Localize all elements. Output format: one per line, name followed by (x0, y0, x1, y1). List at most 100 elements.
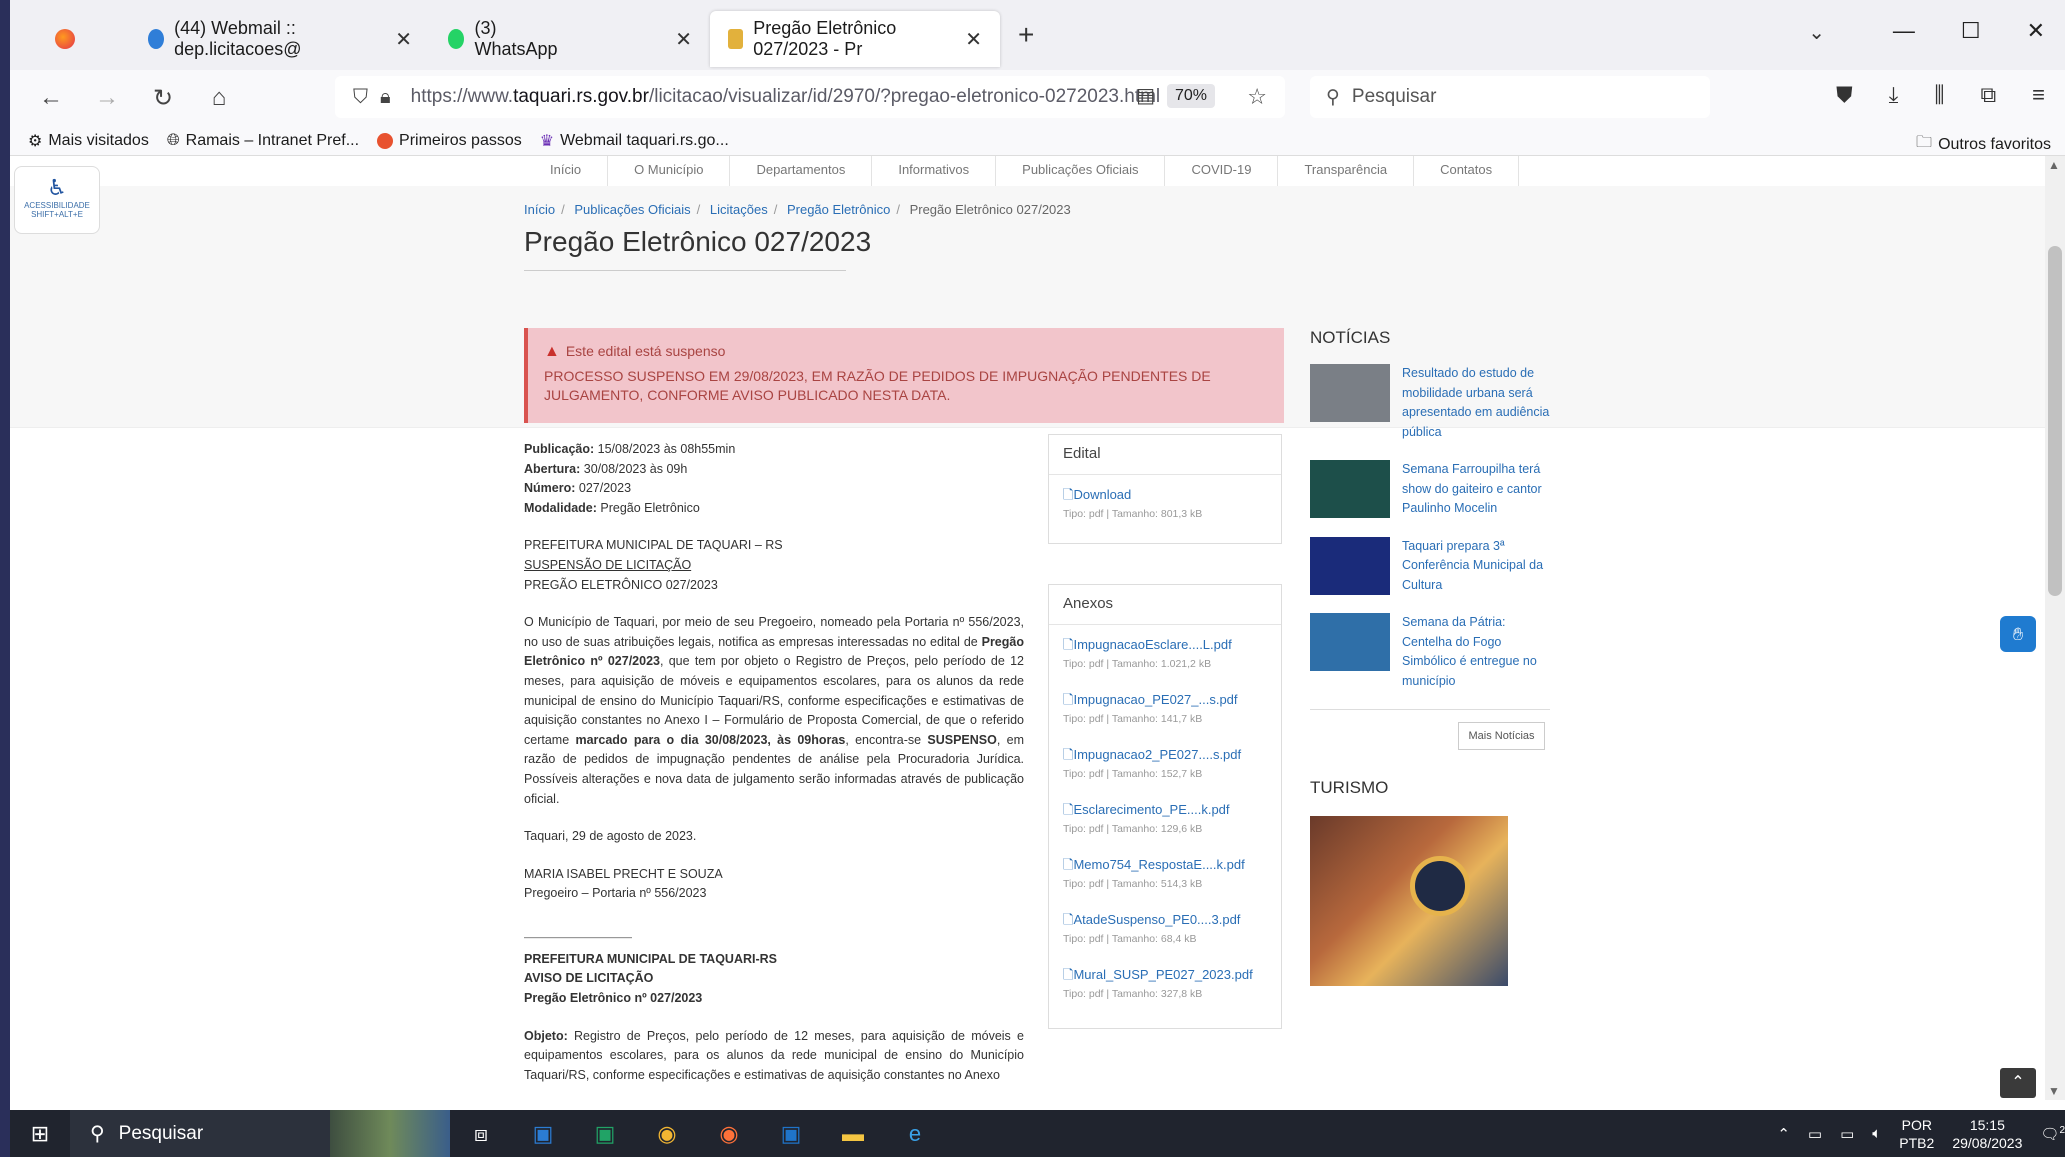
attachment-link[interactable]: 🗋Esclarecimento_PE....k.pdf (1063, 800, 1267, 820)
accessibility-button[interactable]: ♿︎ ACESSIBILIDADE SHIFT+ALT+E (14, 166, 100, 234)
breadcrumb-link[interactable]: Publicações Oficiais (574, 202, 690, 217)
news-headline[interactable]: Semana da Pátria: Centelha do Fogo Simbó… (1402, 613, 1550, 691)
library-icon[interactable]: ⫼ (1934, 82, 1944, 108)
news-thumbnail[interactable] (1310, 460, 1390, 518)
new-tab-button[interactable]: + (1018, 19, 1034, 51)
internet-explorer-icon[interactable]: e (884, 1121, 946, 1147)
turismo-title: TURISMO (1310, 778, 1389, 797)
network-icon[interactable]: ▭ (1808, 1125, 1822, 1143)
excel-icon[interactable]: ▣ (574, 1121, 636, 1147)
news-item[interactable]: Resultado do estudo de mobilidade urbana… (1310, 364, 1550, 442)
scroll-down-arrow[interactable]: ▼ (2048, 1084, 2060, 1098)
scrollbar-thumb[interactable] (2048, 246, 2062, 596)
chrome-icon[interactable]: ◉ (636, 1121, 698, 1147)
news-thumbnail[interactable] (1310, 536, 1390, 595)
scroll-up-arrow[interactable]: ▲ (2048, 158, 2060, 172)
download-icon[interactable]: ⤓ (1889, 82, 1899, 108)
menu-item[interactable]: Publicações Oficiais (996, 156, 1166, 186)
volume-icon[interactable]: 🔈︎ (1872, 1125, 1881, 1142)
more-news-button[interactable]: Mais Notícias (1458, 722, 1545, 750)
forward-button[interactable]: → (92, 84, 122, 112)
bookmark-outros[interactable]: 🗀 Outros favoritos (1916, 131, 2051, 158)
file-meta: Tipo: pdf | Tamanho: 801,3 kB (1063, 508, 1203, 520)
file-explorer-icon[interactable]: ▬ (822, 1121, 884, 1147)
bookmark-webmail[interactable]: ♛ Webmail taquari.rs.go... (540, 131, 729, 151)
bookmark-ramais[interactable]: 🌐︎ Ramais – Intranet Pref... (167, 132, 359, 150)
news-headline[interactable]: Semana Farroupilha terá show do gaiteiro… (1402, 460, 1550, 519)
extensions-icon[interactable]: ⧉ (1980, 82, 1996, 108)
window-controls: — ☐ ✕ (1893, 18, 2045, 44)
edital-panel-title: Edital (1049, 435, 1281, 475)
taskbar-search[interactable]: ⚲ Pesquisar (70, 1110, 330, 1157)
clock[interactable]: 15:15 29/08/2023 (1952, 1116, 2022, 1152)
news-headline[interactable]: Taquari prepara 3ª Conferência Municipal… (1402, 537, 1550, 596)
close-icon[interactable]: ✕ (675, 27, 692, 52)
tab-webmail[interactable]: (44) Webmail :: dep.licitacoes@ ✕ (130, 11, 430, 67)
close-window-button[interactable]: ✕ (2027, 18, 2045, 44)
menu-item[interactable]: Departamentos (730, 156, 873, 186)
search-input[interactable]: ⚲ Pesquisar (1310, 76, 1710, 118)
display-icon[interactable]: ▭ (1840, 1125, 1854, 1143)
download-link[interactable]: 🗋Download (1063, 485, 1267, 505)
news-thumbnail[interactable] (1310, 613, 1390, 671)
firefox-icon (377, 132, 394, 149)
pdf-icon: 🗋 (1063, 692, 1074, 707)
breadcrumb-link[interactable]: Início (524, 202, 555, 217)
task-view-icon[interactable]: ⧈ (450, 1121, 512, 1147)
menu-item[interactable]: COVID-19 (1165, 156, 1279, 186)
attachment-link[interactable]: 🗋Memo754_RespostaE....k.pdf (1063, 855, 1267, 875)
globe-icon: 🌐︎ (166, 131, 180, 149)
attachment-link[interactable]: 🗋Impugnacao2_PE027....s.pdf (1063, 745, 1267, 765)
bookmark-primeiros-passos[interactable]: Primeiros passos (377, 132, 522, 150)
minimize-button[interactable]: — (1893, 18, 1915, 44)
pdf-icon: 🗋 (1063, 802, 1074, 817)
maximize-button[interactable]: ☐ (1961, 18, 1981, 44)
attachment-link[interactable]: 🗋Impugnacao_PE027_...s.pdf (1063, 690, 1267, 710)
tab-pregao[interactable]: Pregão Eletrônico 027/2023 - Pr ✕ (710, 11, 1000, 67)
news-thumbnail[interactable] (1310, 364, 1390, 422)
firefox-icon[interactable]: ◉ (698, 1121, 760, 1147)
home-button[interactable]: ⌂ (204, 84, 234, 112)
outlook-icon[interactable]: ▣ (760, 1121, 822, 1147)
pocket-icon[interactable]: ⛊ (1836, 82, 1853, 108)
breadcrumb-link[interactable]: Pregão Eletrônico (787, 202, 890, 217)
word-icon[interactable]: ▣ (512, 1121, 574, 1147)
toolbar-right: ⛊ ⤓ ⫼ ⧉ ≡ (1836, 82, 2045, 108)
close-icon[interactable]: ✕ (965, 27, 982, 52)
star-icon[interactable]: ☆ (1247, 84, 1267, 110)
menu-item[interactable]: O Município (608, 156, 731, 186)
menu-icon[interactable]: ≡ (2032, 82, 2045, 108)
menu-item[interactable]: Contatos (1414, 156, 1520, 186)
menu-item[interactable]: Início (524, 156, 609, 186)
back-button[interactable]: ← (36, 84, 66, 112)
news-item[interactable]: Semana da Pátria: Centelha do Fogo Simbó… (1310, 613, 1550, 691)
tab-whatsapp[interactable]: (3) WhatsApp ✕ (430, 11, 710, 67)
attachment-link[interactable]: 🗋ImpugnacaoEsclare....L.pdf (1063, 635, 1267, 655)
bookmark-mais-visitados[interactable]: ⚙ Mais visitados (28, 131, 149, 151)
menu-item[interactable]: Transparência (1278, 156, 1415, 186)
firefox-view-tab[interactable] (10, 11, 130, 67)
windows-start-icon[interactable]: ⊞ (10, 1121, 70, 1147)
breadcrumb-link[interactable]: Licitações (710, 202, 768, 217)
url-bar[interactable]: ⛉ 🔒︎ https://www.taquari.rs.gov.br/licit… (335, 76, 1285, 118)
reader-view-icon[interactable]: ▤ (1136, 83, 1155, 108)
close-icon[interactable]: ✕ (395, 27, 412, 52)
news-item[interactable]: Taquari prepara 3ª Conferência Municipal… (1310, 536, 1550, 596)
turismo-image[interactable] (1310, 816, 1508, 986)
language-indicator[interactable]: POR PTB2 (1899, 1116, 1934, 1152)
zoom-level[interactable]: 70% (1166, 84, 1215, 108)
reload-button[interactable]: ↻ (148, 84, 178, 113)
page-scrollbar[interactable]: ▲ ▼ (2045, 156, 2065, 1100)
chevron-up-icon[interactable]: ⌃ (1777, 1125, 1790, 1143)
news-headline[interactable]: Resultado do estudo de mobilidade urbana… (1402, 364, 1550, 442)
attachment-link[interactable]: 🗋AtadeSuspenso_PE0....3.pdf (1063, 910, 1267, 930)
notification-icon[interactable]: 🗨︎2 (2040, 1125, 2065, 1143)
accessibility-label: ACESSIBILIDADE SHIFT+ALT+E (24, 201, 90, 219)
menu-item[interactable]: Informativos (872, 156, 997, 186)
back-to-top-button[interactable]: ⌃ (2000, 1068, 2036, 1098)
file-meta: Tipo: pdf | Tamanho: 327,8 kB (1063, 988, 1203, 1000)
vlibras-button[interactable]: ✋︎ (2000, 616, 2036, 652)
chevron-down-icon[interactable]: ⌄ (1808, 20, 1825, 45)
news-item[interactable]: Semana Farroupilha terá show do gaiteiro… (1310, 460, 1550, 519)
attachment-link[interactable]: 🗋Mural_SUSP_PE027_2023.pdf (1063, 965, 1267, 985)
